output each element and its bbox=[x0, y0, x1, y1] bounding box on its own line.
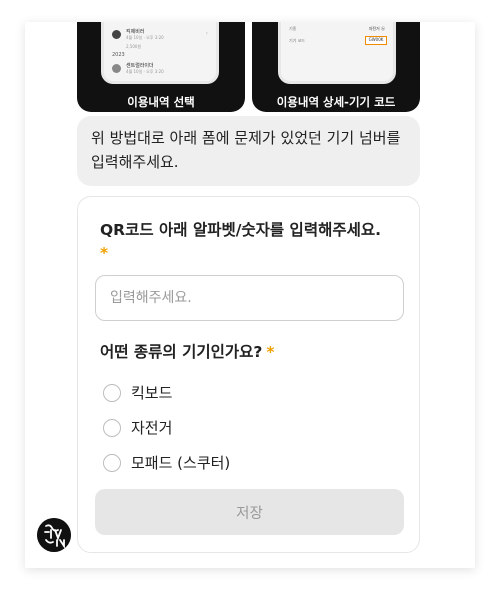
scooter-icon bbox=[112, 64, 121, 73]
device-type-options: 킥보드 자전거 모패드 (스쿠터) bbox=[103, 375, 230, 480]
bike-icon bbox=[112, 30, 121, 39]
history-year: 2023 bbox=[112, 52, 125, 58]
question-label: 어떤 종류의 기기인가요? bbox=[100, 343, 263, 361]
question-device-code: QR코드 아래 알파벳/숫자를 입력해주세요. * bbox=[100, 217, 400, 263]
radio-button[interactable] bbox=[103, 453, 121, 472]
chevron-right-icon: › bbox=[205, 30, 208, 37]
guide-images: 킥제비러 4월 10일 · 오후 3:20 › 2,500원 2023 센트럴라… bbox=[77, 22, 420, 112]
instruction-bubble: 위 방법대로 아래 폼에 문제가 있었던 기기 넘버를 입력해주세요. bbox=[77, 116, 420, 186]
detail-label-type: 기종 bbox=[289, 26, 297, 31]
device-code-input[interactable] bbox=[95, 275, 404, 321]
swing-logo[interactable] bbox=[37, 518, 71, 552]
guide-image-history-select: 킥제비러 4월 10일 · 오후 3:20 › 2,500원 2023 센트럴라… bbox=[77, 22, 245, 112]
question-device-type: 어떤 종류의 기기인가요? * bbox=[100, 340, 275, 362]
history-item: 킥제비러 4월 10일 · 오후 3:20 › bbox=[112, 28, 208, 42]
detail-label-code: 기기 코드 bbox=[289, 38, 305, 43]
history-item-amount: 2,500원 bbox=[126, 44, 142, 49]
question-label: QR코드 아래 알파벳/숫자를 입력해주세요. bbox=[100, 221, 382, 239]
phone-mockup-history: 킥제비러 4월 10일 · 오후 3:20 › 2,500원 2023 센트럴라… bbox=[101, 22, 219, 84]
history-item: 센트럴라이더 4월 10일 · 오후 3:20 bbox=[112, 62, 208, 76]
required-mark: * bbox=[266, 343, 275, 361]
option-label: 모패드 (스쿠터) bbox=[131, 454, 231, 472]
required-mark: * bbox=[100, 244, 109, 262]
option-kickboard[interactable]: 킥보드 bbox=[103, 375, 230, 410]
history-item-subtitle: 4월 10일 · 오후 3:20 bbox=[126, 69, 164, 74]
history-item-title: 킥제비러 bbox=[126, 29, 145, 35]
guide-caption-right: 이용내역 상세-기기 코드 bbox=[276, 95, 396, 109]
radio-button[interactable] bbox=[103, 418, 121, 437]
option-bicycle[interactable]: 자전거 bbox=[103, 410, 230, 445]
radio-button[interactable] bbox=[103, 383, 121, 402]
option-label: 킥보드 bbox=[131, 384, 173, 402]
history-item-title: 센트럴라이더 bbox=[126, 63, 154, 69]
device-code-highlight: GW00K bbox=[365, 36, 387, 45]
detail-value-type: 자전거 ⓑ bbox=[368, 26, 385, 31]
page-frame: 킥제비러 4월 10일 · 오후 3:20 › 2,500원 2023 센트럴라… bbox=[25, 22, 475, 568]
option-label: 자전거 bbox=[131, 419, 173, 437]
guide-image-device-code: 기종 자전거 ⓑ 기기 코드 GW00K 이용내역 상세-기기 코드 bbox=[252, 22, 420, 112]
phone-mockup-detail: 기종 자전거 ⓑ 기기 코드 GW00K bbox=[278, 22, 396, 84]
history-item-subtitle: 4월 10일 · 오후 3:20 bbox=[126, 35, 164, 40]
option-moped[interactable]: 모패드 (스쿠터) bbox=[103, 445, 230, 480]
swing-logo-icon bbox=[37, 518, 71, 552]
device-form: QR코드 아래 알파벳/숫자를 입력해주세요. * 어떤 종류의 기기인가요?*… bbox=[77, 196, 420, 553]
guide-caption-left: 이용내역 선택 bbox=[127, 95, 195, 109]
save-button[interactable]: 저장 bbox=[95, 489, 404, 535]
